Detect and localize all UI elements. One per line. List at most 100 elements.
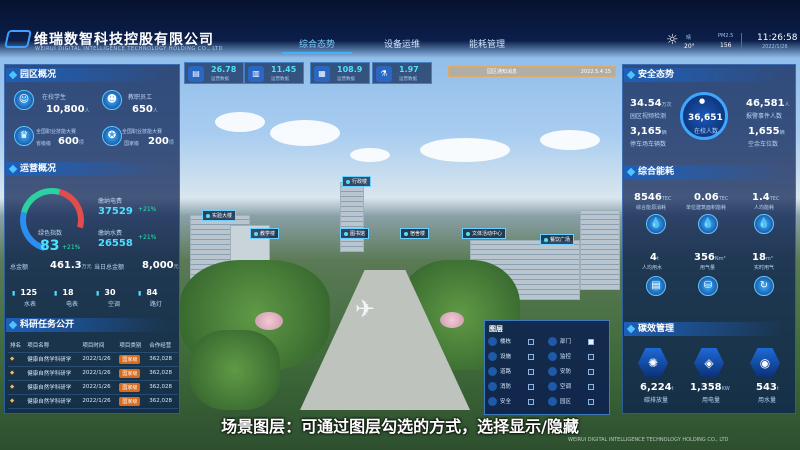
layer-item[interactable]: 道路 <box>488 367 511 376</box>
project-name: 健康自然学科研学 <box>25 366 81 381</box>
cloud <box>215 112 265 132</box>
center-value: 36,651 <box>688 113 723 123</box>
green-index-label: 绿色指数 <box>38 230 63 237</box>
research-title: 科研任务公开 <box>6 318 166 332</box>
security-title: 安全态势 <box>624 68 784 82</box>
person-icon: ● <box>699 97 706 105</box>
blossom-tree <box>440 312 464 328</box>
project-value: 362,028 <box>147 394 178 409</box>
layer-item[interactable]: 安全 <box>488 397 511 406</box>
table-row[interactable]: ◆ 健康自然学科研学 2022/1/26 国家级 362,028 <box>8 380 178 395</box>
layer-icon <box>488 337 497 346</box>
map-marker[interactable]: 实验大楼 <box>202 210 237 221</box>
weather-temp: 20° <box>684 43 695 50</box>
company-name-en: WEIRUI DIGITAL INTELLIGENCE TECHNOLOGY H… <box>35 46 223 52</box>
alarm-label: 报警事件人数 <box>746 113 783 120</box>
layer-checkbox[interactable] <box>528 339 534 345</box>
layer-checkbox[interactable] <box>528 354 534 360</box>
tab-energy[interactable]: 能耗管理 <box>452 36 522 54</box>
layer-label: 消防 <box>500 384 512 390</box>
device-label: 电表 <box>65 301 78 308</box>
layer-label: 安全 <box>500 399 512 405</box>
layer-item[interactable]: 楼栋 <box>488 337 511 346</box>
electric-fee-change: +21% <box>138 206 157 213</box>
flask-icon: ⚗ <box>376 66 392 82</box>
energy-label: 单位建筑面积能耗 <box>686 205 727 211</box>
water-fee-value: 26558 <box>98 238 133 249</box>
layer-icon <box>488 397 497 406</box>
building-far-right[interactable] <box>580 210 620 290</box>
pm-value: 156 <box>720 42 732 49</box>
drop-icon: 💧 <box>646 214 666 234</box>
top-card-label: 运营数据 <box>399 77 417 82</box>
layer-item[interactable]: 监控 <box>548 352 571 361</box>
table-row[interactable]: ◆ 健康自然学科研学 2022/1/26 国家级 362,028 <box>8 352 178 367</box>
rank-icon: ◆ <box>8 380 26 395</box>
tab-overview[interactable]: 综合态势 <box>282 36 352 54</box>
layer-item[interactable]: 部门 <box>548 337 571 346</box>
layer-icon <box>548 382 557 391</box>
project-date: 2022/1/26 <box>80 380 118 395</box>
map-marker[interactable]: 宿舍楼 <box>400 228 430 239</box>
table-row[interactable]: ◆ 健康自然学科研学 2022/1/26 国家级 362,028 <box>8 366 178 381</box>
blossom-tree <box>255 312 283 330</box>
layer-label: 监控 <box>560 354 572 360</box>
layer-checkbox[interactable] <box>588 354 594 360</box>
tab-equipment[interactable]: 设备运维 <box>367 36 437 54</box>
students-value: 10,800人 <box>46 104 90 115</box>
top-card[interactable]: ▦ 108.9 运营数据 <box>310 62 370 84</box>
column-header: 项目名称 <box>25 338 81 353</box>
map-marker[interactable]: 图书馆 <box>340 228 370 239</box>
green-index-value: 83 <box>40 238 60 254</box>
layer-checkbox[interactable] <box>528 399 534 405</box>
layer-label: 安防 <box>560 369 572 375</box>
layer-item[interactable]: 消防 <box>488 382 511 391</box>
layer-label: 空调 <box>560 384 572 390</box>
device-item[interactable]: ▮ 125 水表 <box>12 280 48 308</box>
center-label: 在校人数 <box>694 128 719 135</box>
parking-label: 停车场车辆数 <box>630 141 667 148</box>
map-marker[interactable]: 文体活动中心 <box>462 228 507 239</box>
layer-item[interactable]: 安防 <box>548 367 571 376</box>
cloud <box>270 120 340 146</box>
carbon-value: 1,358KW <box>690 382 730 393</box>
device-item[interactable]: ▮ 30 空调 <box>96 280 132 308</box>
layer-label: 楼栋 <box>500 339 512 345</box>
device-label: 路灯 <box>149 301 162 308</box>
device-item[interactable]: ▮ 18 电表 <box>54 280 90 308</box>
electric-fee-label: 缴纳电费 <box>98 198 123 205</box>
building-admin[interactable] <box>340 182 364 252</box>
project-date: 2022/1/26 <box>80 394 118 409</box>
notice-bar[interactable]: 园区通知消息 2022.5.4 15 <box>448 66 616 77</box>
trophy-icon: ♛ <box>14 126 34 146</box>
top-card[interactable]: ⚗ 1.97 运营数据 <box>372 62 432 84</box>
award1-label: 全国职业技能大赛 <box>36 129 77 135</box>
staff-label: 教职员工 <box>128 94 153 101</box>
layer-item[interactable]: 园区 <box>548 397 571 406</box>
map-marker[interactable]: 餐饮广场 <box>540 234 575 245</box>
top-card-value: 11.45 <box>271 65 297 74</box>
layer-label: 园区 <box>560 399 572 405</box>
device-value: 125 <box>20 288 38 297</box>
column-header: 排名 <box>8 338 26 353</box>
top-card-label: 运营数据 <box>271 77 289 82</box>
layer-item[interactable]: 设施 <box>488 352 511 361</box>
device-item[interactable]: ▮ 84 路灯 <box>138 280 174 308</box>
layer-checkbox[interactable] <box>528 369 534 375</box>
top-card[interactable]: ▥ 11.45 运营数据 <box>244 62 304 84</box>
layer-label: 道路 <box>500 369 512 375</box>
layer-checkbox[interactable] <box>528 384 534 390</box>
project-name: 健康自然学科研学 <box>25 352 81 367</box>
map-marker[interactable]: 行政楼 <box>342 176 372 187</box>
layer-checkbox[interactable] <box>588 384 594 390</box>
map-marker[interactable]: 教学楼 <box>250 228 280 239</box>
layer-icon <box>488 382 497 391</box>
cycle-icon: ↻ <box>754 276 774 296</box>
layer-checkbox[interactable] <box>588 339 594 345</box>
layer-item[interactable]: 空调 <box>548 382 571 391</box>
top-card[interactable]: ▤ 26.78 运营数据 <box>184 62 244 84</box>
layer-checkbox[interactable] <box>588 369 594 375</box>
project-date: 2022/1/26 <box>80 366 118 381</box>
layer-checkbox[interactable] <box>588 399 594 405</box>
table-row[interactable]: ◆ 健康自然学科研学 2022/1/26 国家级 362,028 <box>8 394 178 409</box>
